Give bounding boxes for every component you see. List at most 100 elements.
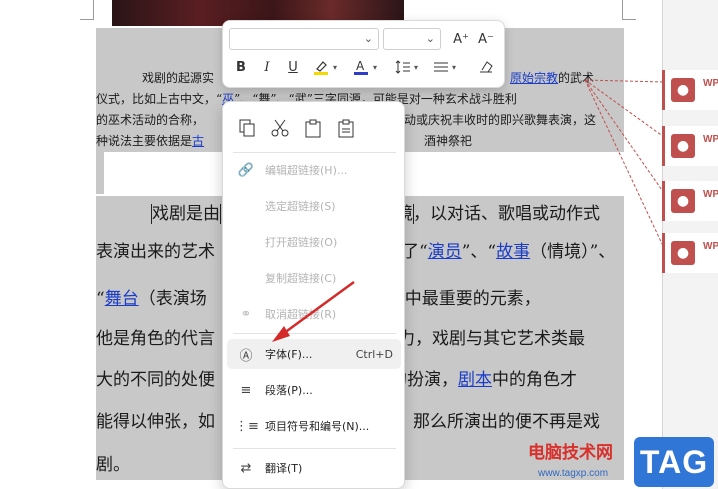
line-spacing-button[interactable] [393, 57, 413, 77]
text-run: 表演出来的艺术 [96, 242, 215, 262]
page-corner-mark [622, 0, 636, 20]
comment-author: WP [703, 189, 718, 200]
comment-card[interactable]: ● WP [662, 126, 718, 166]
menu-separator [233, 448, 396, 449]
watermark-logo: TAG [634, 437, 714, 487]
menu-item-open-hyperlink[interactable]: 打开超链接(O) [227, 227, 401, 257]
hyperlink[interactable]: 演员 [428, 242, 462, 262]
text-run: 戏剧的起源实 [142, 71, 215, 85]
comment-author: WP [703, 134, 718, 145]
italic-button[interactable]: I [257, 57, 277, 77]
text-run: 仪式，比如上古中文，“ [96, 92, 223, 106]
highlighter-icon [314, 61, 328, 75]
grow-font-button[interactable]: A⁺ [451, 29, 471, 49]
hyperlink[interactable]: 古 [192, 134, 204, 148]
boxed-text: 戏剧是由 [151, 204, 221, 224]
menu-shortcut: Ctrl+D [355, 347, 393, 361]
paste-special-button[interactable] [334, 116, 358, 140]
comment-card[interactable]: ● WP [662, 181, 718, 221]
page-corner-mark [80, 0, 94, 20]
user-avatar-icon: ● [671, 241, 695, 265]
menu-item-bullets-numbering[interactable]: ⋮≡ 项目符号和编号(N)... [227, 411, 401, 441]
selection-highlight [96, 152, 104, 194]
text-run: ”、“ [461, 242, 497, 262]
eraser-button[interactable] [476, 57, 496, 77]
paragraph-icon: ≡ [240, 382, 252, 398]
shrink-font-icon: A⁻ [478, 31, 494, 47]
text-run: 种说法主要依据是 [96, 134, 193, 148]
menu-item-label: 字体(F)... [265, 348, 313, 361]
font-size-select[interactable]: ⌄ [383, 28, 441, 50]
watermark-site-name: 电脑技术网 [528, 443, 613, 463]
font-name-select[interactable]: ⌄ [229, 28, 379, 50]
copy-button[interactable] [235, 116, 259, 140]
comment-card[interactable]: ● WP [662, 70, 718, 110]
text-run: 能力，戏剧与其它艺术类最 [381, 329, 585, 349]
text-run: （表演场 [138, 289, 207, 309]
chevron-down-icon[interactable]: ▾ [373, 63, 377, 72]
text-run: 剧。 [96, 455, 130, 475]
menu-item-label: 选定超链接(S) [265, 200, 336, 213]
highlight-color-button[interactable] [311, 57, 331, 77]
menu-item-select-hyperlink[interactable]: 选定超链接(S) [227, 191, 401, 221]
comment-author: WP [703, 78, 718, 89]
text-run: 的巫术活动的合称， [96, 113, 205, 127]
text-run: 中的角色才 [492, 370, 577, 390]
text-run: 他是角色的代言 [96, 329, 215, 349]
menu-item-label: 打开超链接(O) [265, 236, 338, 249]
menu-item-label: 编辑超链接(H)... [265, 164, 348, 177]
menu-item-label: 翻译(T) [265, 462, 303, 475]
user-avatar-icon: ● [671, 189, 695, 213]
text-run: 戏剧是由 [96, 204, 221, 224]
bold-button[interactable]: B [231, 57, 251, 77]
underline-button[interactable]: U [283, 57, 303, 77]
text-run: 能得以伸张，如 [96, 412, 215, 432]
menu-separator [233, 152, 396, 153]
user-avatar-icon: ● [671, 78, 695, 102]
chevron-down-icon: ⌄ [363, 32, 373, 45]
underline-icon: U [288, 59, 298, 75]
menu-item-label: 段落(P)... [265, 384, 313, 397]
align-button[interactable] [431, 57, 451, 77]
chevron-down-icon[interactable]: ▾ [414, 63, 418, 72]
screenshot-stage: 戏剧的起源实 原始宗教的武术 仪式，比如上古中文，“巫”、“舞”、“武”三字同源，… [0, 0, 718, 489]
menu-item-label: 项目符号和编号(N)... [265, 420, 370, 433]
copy-icon [239, 119, 255, 137]
menu-item-translate[interactable]: ⇄ 翻译(T) [227, 453, 401, 483]
unlink-icon: ⚭ [240, 306, 252, 322]
shrink-font-button[interactable]: A⁻ [476, 29, 496, 49]
hyperlink[interactable]: 原始宗教 [510, 71, 558, 85]
font-color-button[interactable]: A [351, 57, 371, 77]
bold-icon: B [236, 59, 246, 75]
chevron-down-icon[interactable]: ▾ [333, 63, 337, 72]
font-icon: Ⓐ [239, 348, 253, 364]
align-icon [434, 62, 448, 72]
watermark-tag-text: TAG [639, 443, 709, 480]
translate-icon: ⇄ [240, 460, 252, 476]
hyperlink[interactable]: 舞台 [105, 289, 139, 309]
menu-item-paragraph[interactable]: ≡ 段落(P)... [227, 375, 401, 405]
eraser-icon [480, 61, 493, 73]
paste-button[interactable] [301, 116, 325, 140]
comment-connectors [584, 79, 665, 249]
list-icon: ⋮≡ [235, 418, 259, 434]
svg-text:A: A [356, 59, 365, 73]
link-icon: 🔗 [237, 162, 255, 178]
hyperlink[interactable]: 剧本 [458, 370, 492, 390]
paste-special-icon [338, 119, 354, 138]
menu-item-edit-hyperlink[interactable]: 🔗 编辑超链接(H)... [227, 155, 401, 185]
text-run: 大的不同的处便 [96, 370, 215, 390]
user-avatar-icon: ● [671, 134, 695, 158]
text-run: 那么所演出的便不再是戏 [413, 412, 600, 432]
chevron-down-icon[interactable]: ▾ [452, 63, 456, 72]
floating-format-toolbar: ⌄ ⌄ A⁺ A⁻ B I U ▾ A ▾ ▾ ▾ [222, 20, 505, 88]
italic-icon: I [264, 59, 270, 75]
annotation-arrow-icon [272, 280, 355, 342]
text-run: “ [96, 289, 105, 309]
comment-card[interactable]: ● WP [662, 233, 718, 273]
cut-button[interactable] [268, 116, 292, 140]
hyperlink[interactable]: 故事 [496, 242, 530, 262]
chevron-down-icon: ⌄ [425, 32, 435, 45]
paste-icon [305, 119, 321, 138]
watermark-url: www.tagxp.com [538, 468, 609, 479]
